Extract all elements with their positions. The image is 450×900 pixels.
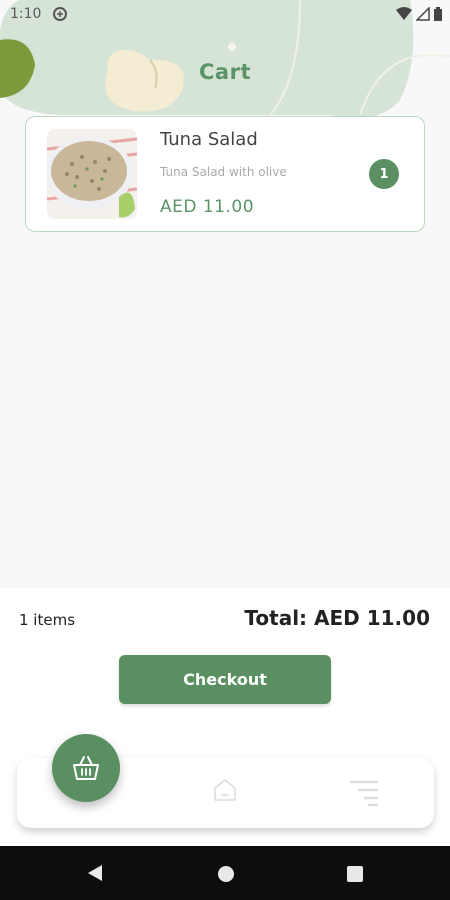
- home-circle-icon[interactable]: [217, 865, 235, 887]
- status-bar: 1:10: [0, 0, 450, 30]
- wifi-icon: [396, 6, 412, 25]
- back-icon[interactable]: [86, 864, 104, 886]
- home-icon[interactable]: [211, 776, 239, 808]
- item-name: Tuna Salad: [160, 129, 258, 150]
- cart-summary: 1 items Total: AED 11.00 Checkout: [0, 588, 450, 846]
- menu-icon[interactable]: [349, 778, 379, 810]
- cart-item-card[interactable]: Tuna Salad Tuna Salad with olive AED 11.…: [25, 116, 425, 232]
- quantity-badge[interactable]: 1: [369, 159, 399, 189]
- signal-icon: [415, 6, 430, 25]
- status-time: 1:10: [10, 6, 42, 22]
- tuna-salad-image: [47, 129, 137, 219]
- item-price: AED 11.00: [160, 197, 255, 217]
- page-title: Cart: [199, 60, 251, 84]
- battery-icon: [434, 6, 442, 25]
- recents-icon[interactable]: [346, 865, 364, 887]
- item-description: Tuna Salad with olive: [160, 165, 287, 179]
- app-notification-icon: [52, 6, 68, 26]
- checkout-button[interactable]: Checkout: [119, 655, 331, 704]
- system-navigation-bar: [0, 846, 450, 900]
- basket-icon[interactable]: [52, 734, 120, 802]
- total-price: Total: AED 11.00: [244, 606, 430, 630]
- items-count: 1 items: [19, 611, 76, 629]
